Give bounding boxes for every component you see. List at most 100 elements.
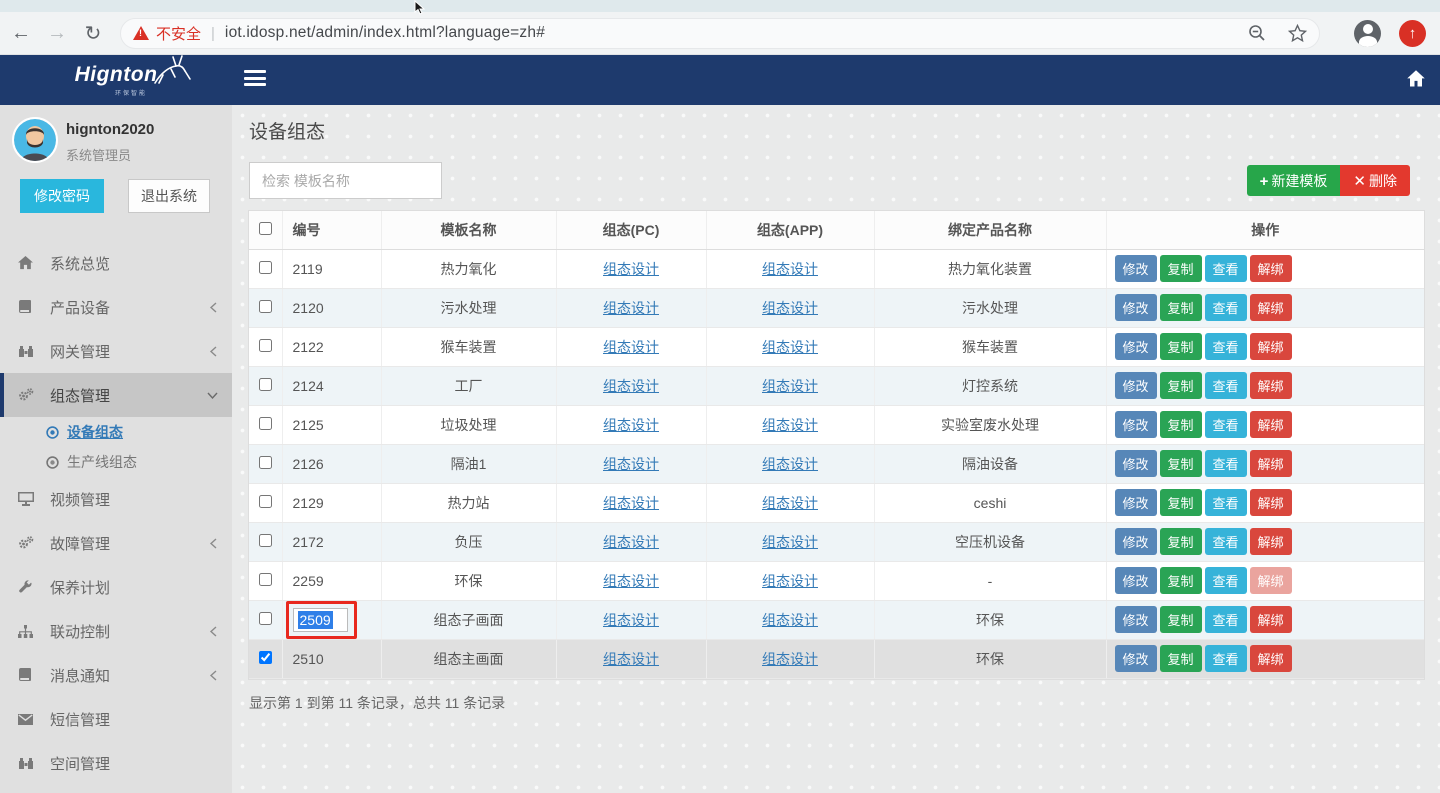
app-config-link[interactable]: 组态设计 xyxy=(762,495,818,511)
app-config-link[interactable]: 组态设计 xyxy=(762,651,818,667)
home-icon[interactable] xyxy=(1406,69,1426,92)
row-checkbox[interactable] xyxy=(259,378,272,391)
action-unbind-button[interactable]: 解绑 xyxy=(1250,528,1292,555)
action-unbind-button[interactable]: 解绑 xyxy=(1250,606,1292,633)
app-config-link[interactable]: 组态设计 xyxy=(762,417,818,433)
reload-icon[interactable]: ↻ xyxy=(78,18,108,48)
sidebar-item-8[interactable]: 消息通知 xyxy=(0,653,232,697)
app-config-link[interactable]: 组态设计 xyxy=(762,534,818,550)
pc-config-link[interactable]: 组态设计 xyxy=(603,378,659,394)
logout-button[interactable]: 退出系统 xyxy=(128,179,210,213)
browser-profile-avatar[interactable] xyxy=(1354,20,1381,47)
action-copy-button[interactable]: 复制 xyxy=(1160,372,1202,399)
action-copy-button[interactable]: 复制 xyxy=(1160,450,1202,477)
new-template-button[interactable]: +新建模板 xyxy=(1247,165,1341,196)
action-edit-button[interactable]: 修改 xyxy=(1115,411,1157,438)
action-edit-button[interactable]: 修改 xyxy=(1115,528,1157,555)
action-edit-button[interactable]: 修改 xyxy=(1115,489,1157,516)
action-unbind-button[interactable]: 解绑 xyxy=(1250,333,1292,360)
action-edit-button[interactable]: 修改 xyxy=(1115,372,1157,399)
action-unbind-button[interactable]: 解绑 xyxy=(1250,567,1292,594)
sidebar-item-4[interactable]: 视频管理 xyxy=(0,477,232,521)
pc-config-link[interactable]: 组态设计 xyxy=(603,300,659,316)
action-unbind-button[interactable]: 解绑 xyxy=(1250,489,1292,516)
pc-config-link[interactable]: 组态设计 xyxy=(603,495,659,511)
row-checkbox[interactable] xyxy=(259,534,272,547)
action-edit-button[interactable]: 修改 xyxy=(1115,567,1157,594)
row-checkbox[interactable] xyxy=(259,261,272,274)
app-config-link[interactable]: 组态设计 xyxy=(762,573,818,589)
row-checkbox[interactable] xyxy=(259,300,272,313)
pc-config-link[interactable]: 组态设计 xyxy=(603,534,659,550)
action-view-button[interactable]: 查看 xyxy=(1205,489,1247,516)
bookmark-star-icon[interactable] xyxy=(1288,24,1307,43)
action-view-button[interactable]: 查看 xyxy=(1205,606,1247,633)
change-password-button[interactable]: 修改密码 xyxy=(20,179,104,213)
action-copy-button[interactable]: 复制 xyxy=(1160,567,1202,594)
action-copy-button[interactable]: 复制 xyxy=(1160,255,1202,282)
action-unbind-button[interactable]: 解绑 xyxy=(1250,450,1292,477)
pc-config-link[interactable]: 组态设计 xyxy=(603,456,659,472)
row-checkbox[interactable] xyxy=(259,612,272,625)
action-edit-button[interactable]: 修改 xyxy=(1115,255,1157,282)
app-config-link[interactable]: 组态设计 xyxy=(762,300,818,316)
action-view-button[interactable]: 查看 xyxy=(1205,645,1247,672)
sidebar-subitem-3-1[interactable]: 生产线组态 xyxy=(0,447,232,477)
address-bar[interactable]: 不安全 | iot.idosp.net/admin/index.html?lan… xyxy=(120,18,1320,49)
action-edit-button[interactable]: 修改 xyxy=(1115,606,1157,633)
pc-config-link[interactable]: 组态设计 xyxy=(603,573,659,589)
zoom-out-icon[interactable] xyxy=(1248,24,1266,42)
action-copy-button[interactable]: 复制 xyxy=(1160,645,1202,672)
action-unbind-button[interactable]: 解绑 xyxy=(1250,411,1292,438)
row-checkbox[interactable] xyxy=(259,456,272,469)
action-unbind-button[interactable]: 解绑 xyxy=(1250,255,1292,282)
action-unbind-button[interactable]: 解绑 xyxy=(1250,294,1292,321)
pc-config-link[interactable]: 组态设计 xyxy=(603,261,659,277)
action-view-button[interactable]: 查看 xyxy=(1205,411,1247,438)
pc-config-link[interactable]: 组态设计 xyxy=(603,612,659,628)
action-view-button[interactable]: 查看 xyxy=(1205,333,1247,360)
app-config-link[interactable]: 组态设计 xyxy=(762,612,818,628)
action-view-button[interactable]: 查看 xyxy=(1205,255,1247,282)
action-copy-button[interactable]: 复制 xyxy=(1160,606,1202,633)
browser-update-icon[interactable]: ↑ xyxy=(1399,20,1426,47)
sidebar-subitem-3-0[interactable]: 设备组态 xyxy=(0,417,232,447)
row-checkbox[interactable] xyxy=(259,339,272,352)
action-unbind-button[interactable]: 解绑 xyxy=(1250,645,1292,672)
row-id-edit[interactable]: 2509 xyxy=(293,608,348,632)
back-icon[interactable]: ← xyxy=(6,18,36,48)
row-checkbox[interactable] xyxy=(259,417,272,430)
sidebar-item-7[interactable]: 联动控制 xyxy=(0,609,232,653)
pc-config-link[interactable]: 组态设计 xyxy=(603,339,659,355)
action-copy-button[interactable]: 复制 xyxy=(1160,528,1202,555)
action-edit-button[interactable]: 修改 xyxy=(1115,294,1157,321)
action-view-button[interactable]: 查看 xyxy=(1205,567,1247,594)
app-config-link[interactable]: 组态设计 xyxy=(762,378,818,394)
app-config-link[interactable]: 组态设计 xyxy=(762,456,818,472)
row-checkbox[interactable] xyxy=(259,573,272,586)
action-view-button[interactable]: 查看 xyxy=(1205,450,1247,477)
action-edit-button[interactable]: 修改 xyxy=(1115,645,1157,672)
forward-icon[interactable]: → xyxy=(42,18,72,48)
row-checkbox[interactable] xyxy=(259,495,272,508)
action-copy-button[interactable]: 复制 xyxy=(1160,294,1202,321)
sidebar-toggle-icon[interactable] xyxy=(244,70,266,90)
sidebar-item-9[interactable]: 短信管理 xyxy=(0,697,232,741)
sidebar-item-3[interactable]: 组态管理 xyxy=(0,373,232,417)
action-copy-button[interactable]: 复制 xyxy=(1160,489,1202,516)
sidebar-item-2[interactable]: 网关管理 xyxy=(0,329,232,373)
pc-config-link[interactable]: 组态设计 xyxy=(603,417,659,433)
action-view-button[interactable]: 查看 xyxy=(1205,528,1247,555)
action-edit-button[interactable]: 修改 xyxy=(1115,450,1157,477)
delete-button[interactable]: ✕删除 xyxy=(1340,165,1410,196)
sidebar-item-10[interactable]: 空间管理 xyxy=(0,741,232,785)
app-config-link[interactable]: 组态设计 xyxy=(762,261,818,277)
action-copy-button[interactable]: 复制 xyxy=(1160,411,1202,438)
sidebar-item-1[interactable]: 产品设备 xyxy=(0,285,232,329)
row-checkbox[interactable] xyxy=(259,651,272,664)
action-unbind-button[interactable]: 解绑 xyxy=(1250,372,1292,399)
pc-config-link[interactable]: 组态设计 xyxy=(603,651,659,667)
sidebar-item-6[interactable]: 保养计划 xyxy=(0,565,232,609)
select-all-checkbox[interactable] xyxy=(259,222,272,235)
search-input[interactable] xyxy=(249,162,442,199)
